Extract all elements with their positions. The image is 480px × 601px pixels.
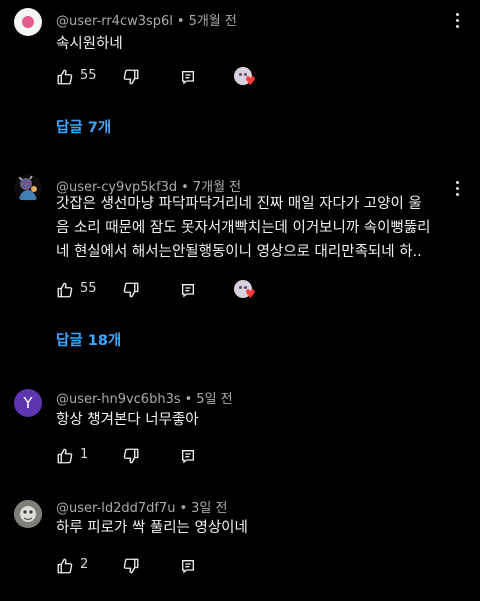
separator: • (176, 14, 185, 29)
comment-meta: @user-rr4cw3sp6l • 5개월 전 (56, 10, 237, 29)
reply-icon (182, 450, 194, 464)
comment-line: 네 현실에서 해서는안될행동이니 영상으로 대리만족되네 하.. (56, 244, 422, 260)
comment-line: 음 소리 때문에 잠도 못자서개빡치는데 이거보니까 속이뻥뚫리 (56, 220, 431, 236)
like-count: 1 (80, 447, 89, 462)
thumbs-up-icon (57, 558, 73, 574)
thumbs-down-icon (123, 448, 139, 464)
more-options-icon[interactable] (449, 8, 465, 32)
like-count: 55 (80, 68, 97, 83)
like-button[interactable]: 2 (56, 554, 88, 578)
dislike-button[interactable] (122, 554, 140, 578)
separator: • (179, 501, 188, 516)
dislike-button[interactable] (122, 444, 140, 468)
reply-icon (182, 560, 194, 574)
comment-line: 갓잡은 생선마냥 파닥파닥거리네 진짜 매일 자다가 고양이 울 (56, 196, 422, 212)
reply-icon (182, 71, 194, 85)
avatar[interactable] (14, 500, 42, 528)
reply-icon (182, 284, 194, 298)
timestamp: 5개월 전 (188, 14, 237, 29)
comment-text: 속시원하네 (56, 32, 434, 56)
username[interactable]: @user-ld2dd7df7u (56, 501, 175, 516)
avatar[interactable] (14, 174, 42, 202)
username[interactable]: @user-hn9vc6bh3s (56, 392, 181, 407)
separator: • (184, 392, 193, 407)
heart-icon: ♥ (245, 74, 256, 88)
username[interactable]: @user-rr4cw3sp6l (56, 14, 173, 29)
comment-meta: @user-ld2dd7df7u • 3일 전 (56, 497, 227, 516)
thumbs-down-icon (123, 69, 139, 85)
comment-line: 속시원하네 (56, 36, 123, 52)
timestamp: 3일 전 (191, 501, 228, 516)
comment-actions: 55 ♥ (56, 65, 276, 89)
avatar[interactable]: Y (14, 389, 42, 417)
avatar[interactable] (14, 8, 42, 36)
thumbs-up-icon (57, 69, 73, 85)
comment-text: 갓잡은 생선마냥 파닥파닥거리네 진짜 매일 자다가 고양이 울 음 소리 때문… (56, 192, 434, 264)
reply-button[interactable] (180, 444, 196, 468)
comment-actions: 1 (56, 444, 276, 468)
creator-heart-badge: ♥ (234, 65, 260, 89)
avatar-letter: Y (23, 394, 33, 412)
like-button[interactable]: 55 (56, 65, 97, 89)
creator-heart-badge: ♥ (234, 278, 260, 302)
thumbs-up-icon (57, 448, 73, 464)
comment-line: 하루 피로가 싹 풀리는 영상이네 (56, 520, 248, 536)
like-count: 2 (80, 557, 89, 572)
thumbs-down-icon (123, 558, 139, 574)
view-replies-button[interactable]: 답글 7개 (56, 116, 111, 137)
comment-line: 항상 챙겨본다 너무좋아 (56, 412, 199, 428)
comment-actions: 2 (56, 554, 276, 578)
more-options-icon[interactable] (449, 176, 465, 200)
comment-text: 하루 피로가 싹 풀리는 영상이네 (56, 516, 434, 540)
dislike-button[interactable] (122, 278, 140, 302)
dislike-button[interactable] (122, 65, 140, 89)
like-count: 55 (80, 281, 97, 296)
comment-meta: @user-hn9vc6bh3s • 5일 전 (56, 388, 233, 407)
timestamp: 5일 전 (196, 392, 233, 407)
thumbs-up-icon (57, 282, 73, 298)
comment-text: 항상 챙겨본다 너무좋아 (56, 408, 434, 432)
pink-circle-avatar-icon (22, 16, 34, 28)
reply-button[interactable] (180, 65, 196, 89)
character-avatar-icon (18, 175, 37, 200)
reply-button[interactable] (180, 278, 196, 302)
thumbs-down-icon (123, 282, 139, 298)
like-button[interactable]: 55 (56, 278, 97, 302)
comment-actions: 55 ♥ (56, 278, 276, 302)
heart-icon: ♥ (245, 287, 256, 301)
reply-button[interactable] (180, 554, 196, 578)
like-button[interactable]: 1 (56, 444, 88, 468)
view-replies-button[interactable]: 답글 18개 (56, 329, 121, 350)
photo-avatar-icon (14, 500, 42, 528)
